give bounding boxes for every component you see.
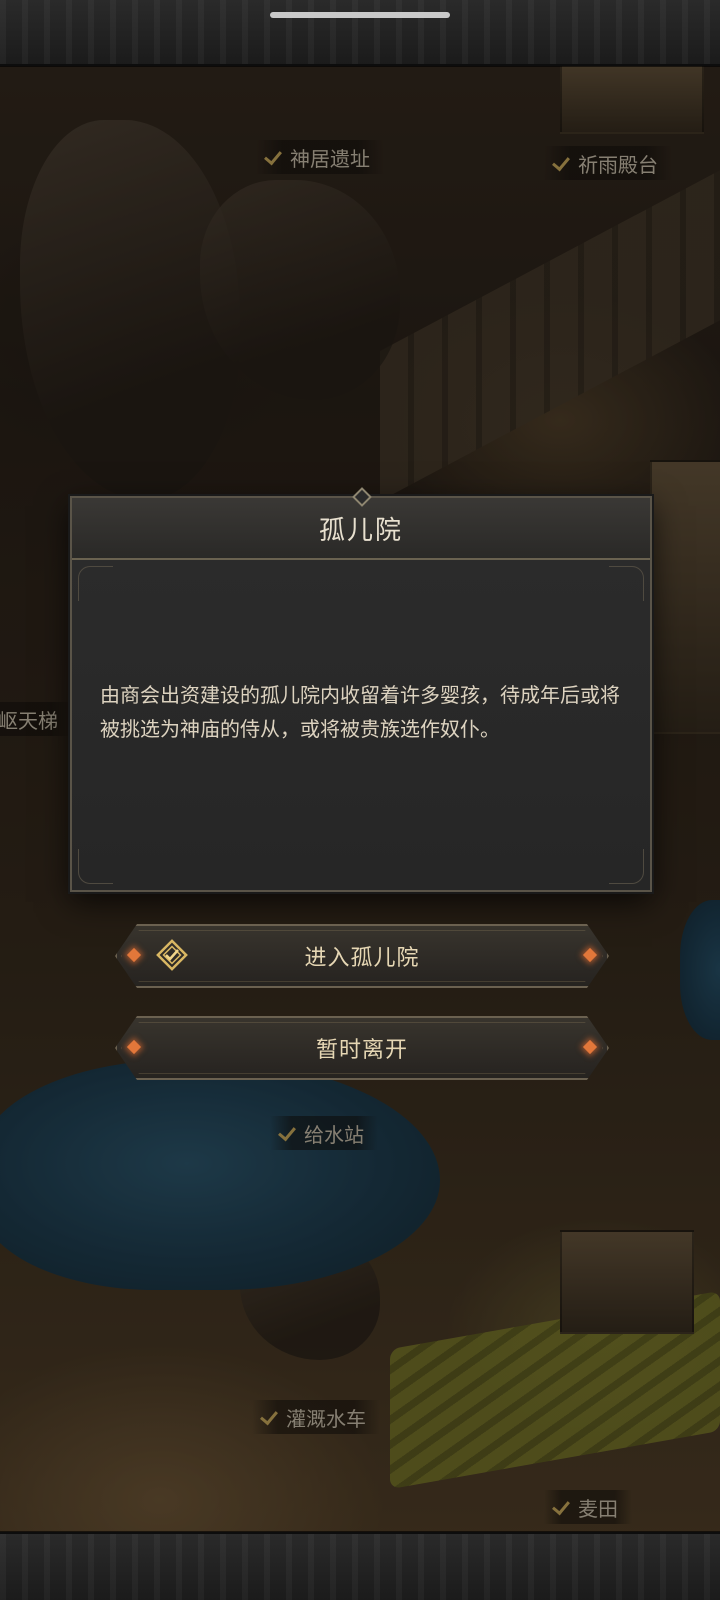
dialog-title: 孤儿院 [318, 515, 403, 546]
location-dialog: 孤儿院 由商会出资建设的孤儿院内收留着许多婴孩，待成年后或将被挑选为神庙的侍从，… [70, 487, 652, 892]
corner-ornament [78, 566, 113, 601]
bottom-frame [0, 1532, 720, 1600]
leave-button[interactable]: 暂时离开 [115, 1016, 609, 1080]
corner-ornament [609, 849, 644, 884]
corner-ornament [609, 566, 644, 601]
dialog-description: 由商会出资建设的孤儿院内收留着许多婴孩，待成年后或将被挑选为神庙的侍从，或将被贵… [100, 683, 620, 741]
top-frame [0, 0, 720, 66]
enter-orphanage-button[interactable]: 进入孤儿院 [115, 924, 609, 988]
enter-diamond-icon [155, 938, 189, 972]
corner-ornament [78, 849, 113, 884]
enter-button-label: 进入孤儿院 [304, 946, 420, 971]
system-gesture-bar[interactable] [270, 12, 450, 18]
dialog-header: 孤儿院 [72, 498, 650, 560]
leave-button-label: 暂时离开 [315, 1038, 408, 1063]
